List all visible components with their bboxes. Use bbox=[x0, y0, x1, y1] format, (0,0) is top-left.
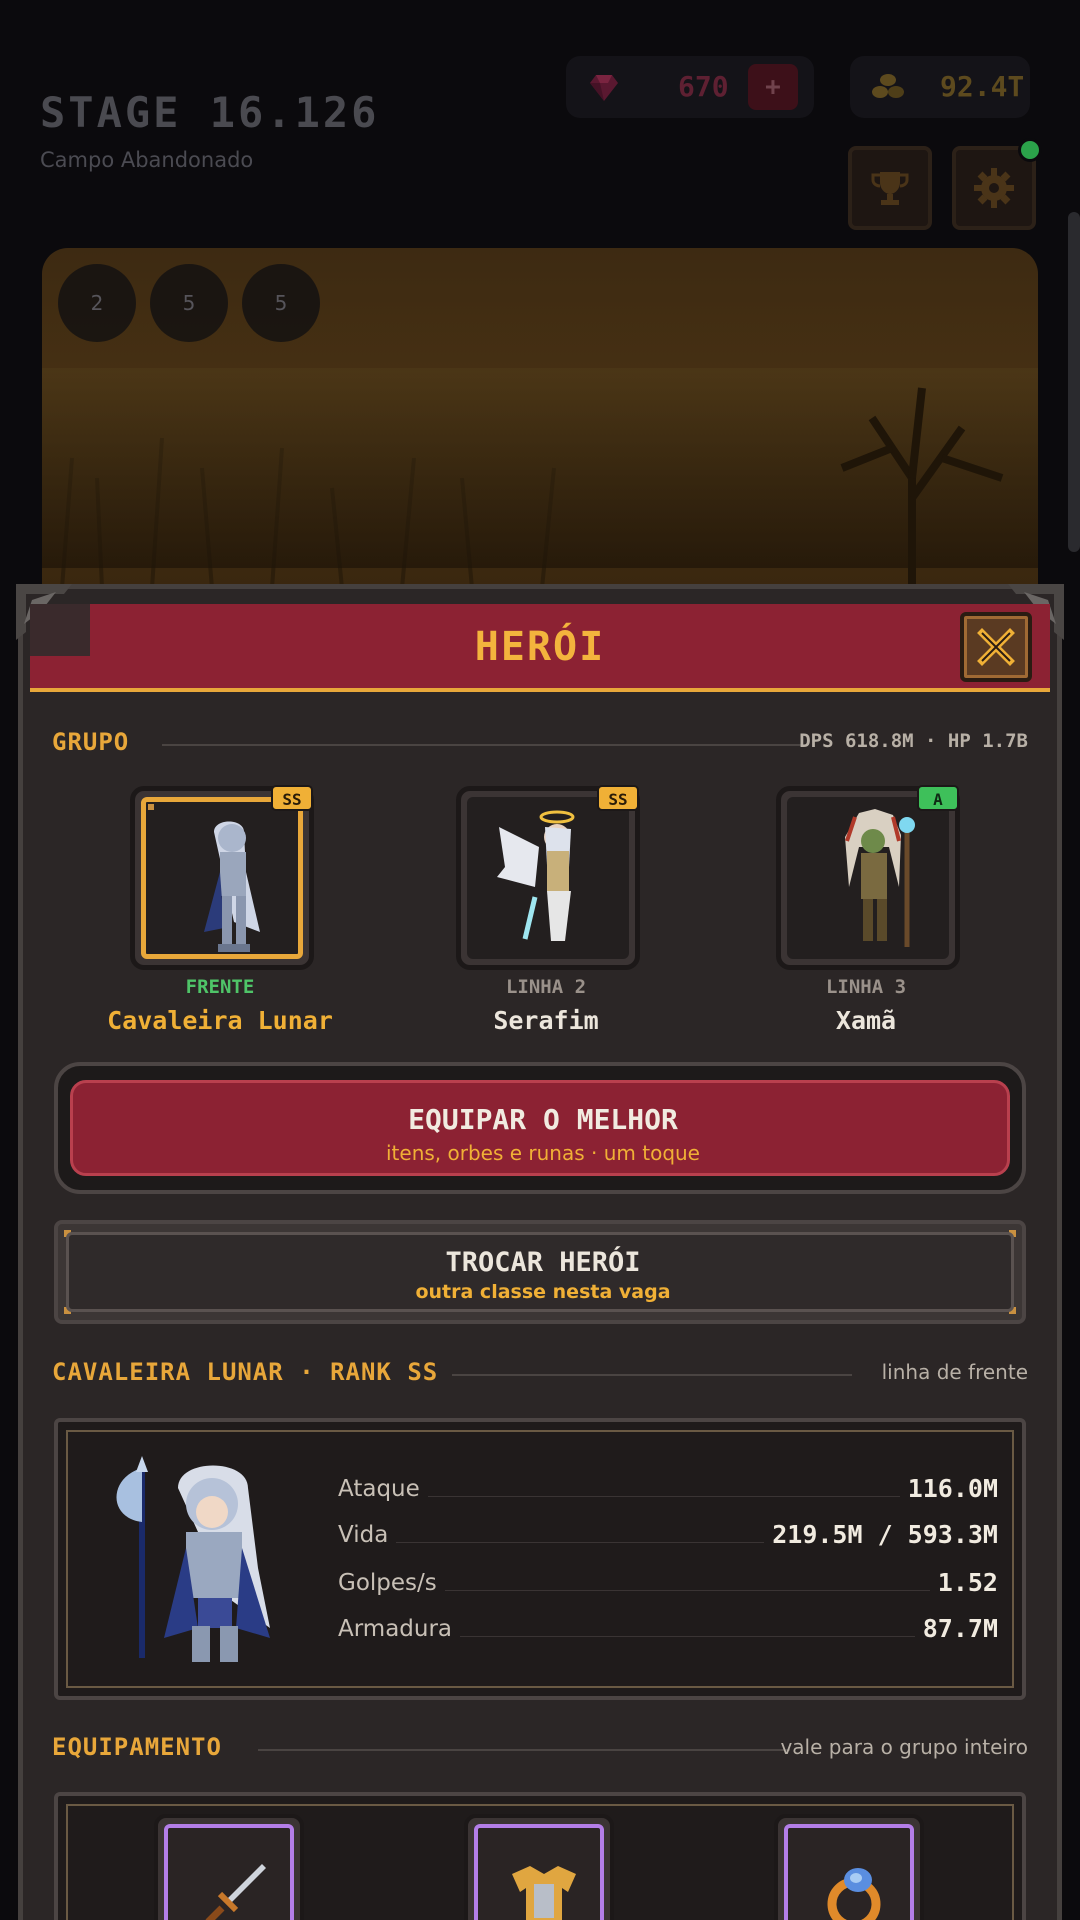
gold-counter: 92.4T bbox=[850, 56, 1030, 118]
hero-section-header: CAVALEIRA LUNAR · RANK SS linha de frent… bbox=[52, 1358, 1028, 1392]
stat-value: 1.52 bbox=[929, 1568, 998, 1597]
stat-value: 87.7M bbox=[914, 1614, 998, 1643]
hero-slot-line-3[interactable]: A bbox=[776, 785, 960, 970]
stat-value: 116.0M bbox=[899, 1474, 998, 1503]
equipment-slot-ring[interactable] bbox=[774, 1814, 924, 1920]
leaderboard-button[interactable] bbox=[848, 146, 932, 230]
stat-label: Vida bbox=[338, 1522, 397, 1548]
swap-hero-label: TROCAR HERÓI bbox=[445, 1247, 641, 1278]
group-stats: DPS 618.8M · HP 1.7B bbox=[799, 730, 1028, 752]
equipment-section-header: EQUIPAMENTO vale para o grupo inteiro bbox=[52, 1733, 1028, 1767]
stat-attack: Ataque 116.0M bbox=[338, 1474, 998, 1512]
hero-position: linha de frente bbox=[881, 1360, 1028, 1384]
hero-slot-front[interactable]: SS bbox=[130, 785, 314, 970]
hero-role: LINHA 3 bbox=[825, 976, 907, 998]
notification-dot bbox=[1018, 138, 1042, 162]
stat-label: Ataque bbox=[338, 1476, 428, 1502]
trophy-icon bbox=[871, 172, 909, 205]
hero-name: Serafim bbox=[493, 1006, 599, 1035]
group-label: GRUPO bbox=[52, 728, 130, 756]
buff-slot[interactable]: 2 bbox=[58, 264, 136, 342]
hero-name: Cavaleira Lunar bbox=[107, 1006, 333, 1035]
equip-best-label: EQUIPAR O MELHOR bbox=[408, 1103, 678, 1136]
buff-slot[interactable]: 5 bbox=[242, 264, 320, 342]
swap-hero-subtitle: outra classe nesta vaga bbox=[415, 1281, 671, 1303]
equipment-slot-weapon[interactable] bbox=[154, 1814, 304, 1920]
equipment-label: EQUIPAMENTO bbox=[52, 1733, 222, 1761]
shaman-sprite bbox=[845, 809, 915, 947]
stat-label: Armadura bbox=[338, 1616, 461, 1642]
gold-coins-icon bbox=[872, 74, 904, 98]
hero-section-label: CAVALEIRA LUNAR · RANK SS bbox=[52, 1358, 439, 1386]
sword-icon bbox=[205, 1864, 266, 1920]
stat-value: 219.5M / 593.3M bbox=[764, 1520, 998, 1549]
lunar-knight-sprite bbox=[204, 821, 260, 952]
rank-badge: SS bbox=[597, 785, 639, 811]
scrollbar-thumb[interactable] bbox=[1068, 212, 1080, 552]
gem-count: 670 bbox=[678, 70, 729, 103]
stat-armor: Armadura 87.7M bbox=[338, 1614, 998, 1652]
buff-slot[interactable]: 5 bbox=[150, 264, 228, 342]
swap-hero-button[interactable]: TROCAR HERÓI outra classe nesta vaga bbox=[54, 1220, 1026, 1324]
armor-icon bbox=[512, 1866, 576, 1920]
hero-role: LINHA 2 bbox=[505, 976, 587, 998]
stage-subtitle: Campo Abandonado bbox=[40, 148, 254, 172]
lunar-knight-portrait bbox=[116, 1456, 270, 1662]
seraphim-sprite bbox=[497, 810, 575, 941]
equipment-note: vale para o grupo inteiro bbox=[780, 1735, 1028, 1759]
battle-scene: 2 5 5 bbox=[42, 248, 1038, 588]
close-icon bbox=[977, 628, 1015, 666]
gem-icon bbox=[590, 75, 618, 101]
equip-best-button[interactable]: EQUIPAR O MELHOR itens, orbes e runas · … bbox=[54, 1062, 1026, 1194]
stat-attack-speed: Golpes/s 1.52 bbox=[338, 1568, 998, 1606]
modal-title: HERÓI bbox=[474, 624, 606, 670]
hero-slot-line-2[interactable]: SS bbox=[456, 785, 640, 970]
gold-count: 92.4T bbox=[940, 70, 1025, 103]
top-hud: STAGE 16.126 Campo Abandonado 670 + 92.4… bbox=[0, 0, 1080, 240]
modal-title-bar: HERÓI bbox=[30, 604, 1050, 692]
stat-health: Vida 219.5M / 593.3M bbox=[338, 1520, 998, 1558]
hero-name: Xamã bbox=[835, 1006, 897, 1035]
rank-badge: A bbox=[917, 785, 959, 811]
hero-role: FRENTE bbox=[185, 976, 255, 998]
dead-tree bbox=[840, 387, 1004, 588]
rank-badge: SS bbox=[271, 785, 313, 811]
equip-best-subtitle: itens, orbes e runas · um toque bbox=[385, 1141, 700, 1165]
gear-icon bbox=[974, 168, 1014, 208]
group-section-header: GRUPO DPS 618.8M · HP 1.7B bbox=[52, 728, 1028, 762]
buy-gems-button[interactable]: + bbox=[748, 64, 798, 110]
gem-counter: 670 + bbox=[566, 56, 814, 118]
stage-title: STAGE 16.126 bbox=[40, 88, 380, 137]
hero-stats-card: Ataque 116.0M Vida 219.5M / 593.3M Golpe… bbox=[54, 1418, 1026, 1700]
stat-label: Golpes/s bbox=[338, 1570, 445, 1596]
close-button[interactable] bbox=[960, 612, 1032, 682]
ring-icon bbox=[827, 1868, 881, 1920]
equipment-slot-armor[interactable] bbox=[464, 1814, 614, 1920]
